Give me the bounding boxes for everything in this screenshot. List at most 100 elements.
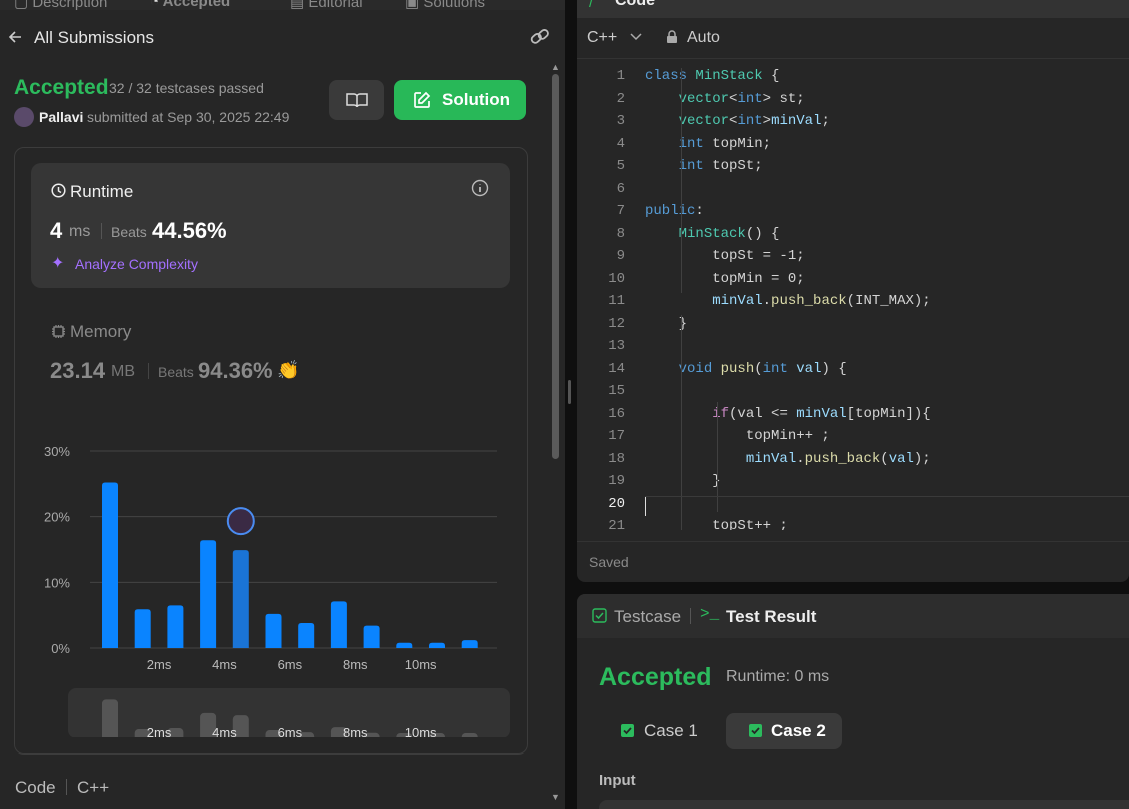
- x-tick-label: 2ms: [147, 657, 172, 672]
- tab-description[interactable]: ▢ Description: [14, 0, 107, 11]
- edit-icon: [414, 91, 431, 108]
- editor-status-bar: Saved: [577, 541, 1129, 582]
- chart-bar[interactable]: [102, 482, 118, 648]
- runtime-distribution-chart: 30% 20% 10% 0% 2ms 4ms 6ms 8ms 10ms: [44, 444, 497, 672]
- runtime-box[interactable]: Runtime 4 ms Beats 44.56% ✦ Analyze Comp…: [31, 163, 510, 288]
- line-number: 9: [616, 248, 625, 264]
- code-line[interactable]: vector<int>minVal;: [645, 113, 830, 129]
- clock-icon: [51, 183, 66, 198]
- analyze-complexity-link[interactable]: Analyze Complexity: [75, 256, 198, 272]
- check-icon: [621, 724, 634, 737]
- line-number: 10: [608, 270, 625, 287]
- case-2-tab[interactable]: Case 2: [726, 713, 842, 749]
- runtime-beats: 44.56%: [152, 218, 227, 243]
- code-line[interactable]: void push(int val) {: [645, 361, 847, 377]
- line-number: 18: [608, 450, 625, 467]
- code-line[interactable]: class MinStack {: [645, 68, 779, 84]
- runtime-title: Runtime: [70, 182, 134, 201]
- tab-accepted[interactable]: ◔ Accepted: [150, 0, 230, 10]
- mode-label[interactable]: Auto: [687, 29, 720, 47]
- submitted-at: submitted at Sep 30, 2025 22:49: [87, 109, 290, 125]
- case-1-tab[interactable]: Case 1: [605, 713, 723, 749]
- code-line[interactable]: topMin++ ;: [645, 428, 830, 444]
- code-editor[interactable]: 1 class MinStack {2 vector<int> st; 3 vect…: [577, 68, 1129, 530]
- chevron-down-icon[interactable]: [630, 33, 642, 41]
- code-line[interactable]: }: [645, 473, 720, 489]
- tab-editorial[interactable]: ▤ Editorial: [290, 0, 363, 11]
- runtime-beats-label: Beats: [111, 224, 147, 240]
- code-line[interactable]: MinStack() {: [645, 226, 780, 242]
- input-label: Input: [599, 772, 636, 789]
- code-icon: /: [589, 0, 594, 11]
- solution-button[interactable]: Solution: [394, 80, 526, 120]
- chart-bar[interactable]: [396, 642, 413, 648]
- chart-bar[interactable]: [363, 625, 380, 648]
- code-line[interactable]: public:: [645, 203, 704, 219]
- tab-testcase[interactable]: Testcase: [614, 607, 681, 627]
- indent-guide: [681, 315, 682, 530]
- code-line[interactable]: topSt = -1;: [645, 248, 804, 264]
- memory-beats: 94.36%: [198, 358, 273, 383]
- submission-panel: ▢ Description ◔ Accepted ▤ Editorial ▣ S…: [0, 0, 565, 809]
- code-line[interactable]: minVal.push_back(val);: [645, 451, 931, 467]
- code-line[interactable]: if(val <= minVal[topMin]){: [645, 406, 930, 422]
- terminal-icon: >_: [700, 605, 720, 623]
- submission-header: All Submissions: [0, 22, 565, 56]
- code-line[interactable]: int topSt;: [645, 158, 763, 174]
- chart-bar[interactable]: [134, 609, 151, 648]
- link-icon[interactable]: [529, 27, 551, 47]
- x-tick-label: 6ms: [278, 657, 303, 672]
- x-tick-label: 8ms: [343, 657, 368, 672]
- chart-bar[interactable]: [200, 540, 217, 648]
- scrollbar-thumb[interactable]: [552, 74, 559, 459]
- x-tick-label: 4ms: [212, 657, 237, 672]
- code-line[interactable]: topMin = 0;: [645, 271, 804, 287]
- code-line[interactable]: minVal.push_back(INT_MAX);: [645, 293, 930, 309]
- mini-bar: [102, 699, 118, 738]
- solution-label: Solution: [442, 90, 510, 109]
- username[interactable]: Pallavi: [39, 109, 83, 125]
- panel-resize-handle[interactable]: [568, 380, 571, 404]
- back-arrow-icon[interactable]: [8, 30, 22, 44]
- x-tick-label: 10ms: [405, 657, 437, 672]
- chart-bar[interactable]: [232, 550, 249, 648]
- user-avatar-marker: [226, 507, 255, 536]
- info-icon[interactable]: [471, 179, 489, 197]
- book-icon: [346, 93, 368, 108]
- left-scrollbar[interactable]: ▲ ▼: [549, 62, 561, 809]
- checkbox-icon: [592, 608, 607, 623]
- line-number: 7: [616, 203, 625, 219]
- line-number: 11: [608, 293, 625, 309]
- avatar[interactable]: [14, 107, 34, 127]
- input-box[interactable]: [599, 800, 1129, 809]
- chart-bar[interactable]: [429, 642, 445, 648]
- editorial-book-button[interactable]: [329, 80, 384, 120]
- chart-bar[interactable]: [298, 623, 315, 648]
- line-number: 14: [608, 360, 625, 377]
- y-tick-label: 10%: [44, 575, 70, 590]
- runtime-value: 4: [50, 218, 63, 243]
- divider: [101, 223, 102, 239]
- case-1-label: Case 1: [644, 721, 698, 740]
- result-runtime: Runtime: 0 ms: [726, 668, 830, 685]
- tab-test-result[interactable]: Test Result: [726, 607, 816, 627]
- line-number: 6: [616, 180, 625, 197]
- chart-bar[interactable]: [461, 640, 478, 648]
- all-submissions-link[interactable]: All Submissions: [34, 28, 154, 48]
- runtime-unit: ms: [69, 223, 91, 240]
- chart-bar[interactable]: [167, 605, 184, 648]
- tab-solutions[interactable]: ▣ Solutions: [405, 0, 485, 11]
- line-number: 4: [616, 135, 625, 152]
- memory-value: 23.14: [50, 358, 106, 383]
- code-line[interactable]: vector<int> st;: [645, 91, 805, 107]
- code-line[interactable]: topSt++ ;: [645, 518, 788, 530]
- chart-bar[interactable]: [330, 601, 347, 648]
- indent-guide: [681, 68, 682, 293]
- code-line[interactable]: int topMin;: [645, 136, 771, 152]
- line-number: 20: [608, 495, 625, 512]
- line-number: 17: [608, 428, 625, 444]
- language-select[interactable]: C++: [587, 29, 617, 47]
- y-tick-label: 20%: [44, 510, 70, 525]
- chart-bar[interactable]: [265, 613, 282, 648]
- code-header: / Code: [577, 0, 1129, 18]
